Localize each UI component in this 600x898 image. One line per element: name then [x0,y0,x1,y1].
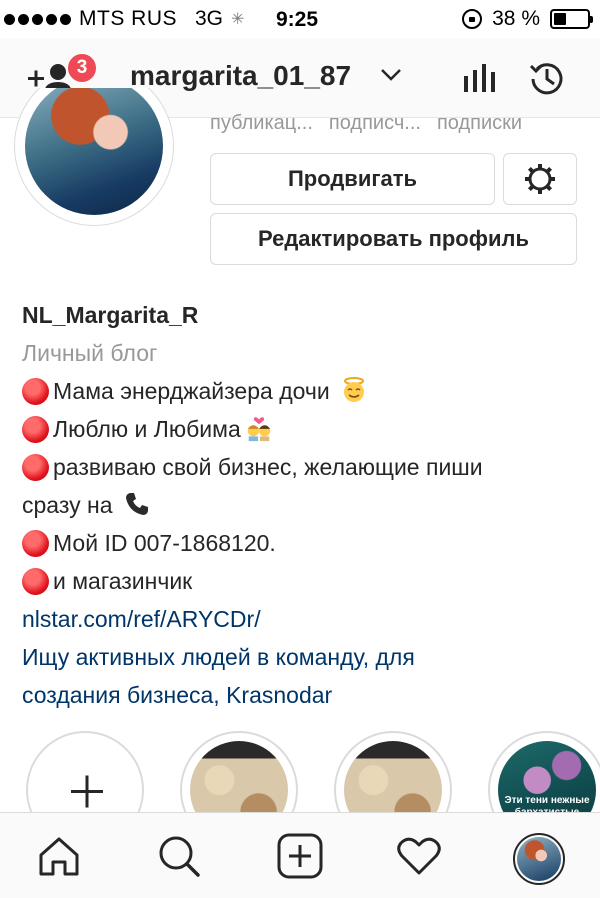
bio-text: Мама энерджайзера дочи [53,378,330,404]
bio-line: и магазинчик [22,562,582,600]
bio-line: Мама энерджайзера дочи [22,372,582,410]
bio-text: Люблю и Любима [53,416,241,442]
profile-avatar-icon [517,837,561,881]
nav-profile[interactable] [513,833,565,885]
profile-name: NL_Margarita_R [22,302,199,328]
followers-label[interactable]: подписч... [329,112,421,135]
notification-badge: 3 [66,52,98,84]
avatar-ring [14,88,174,226]
nav-search[interactable] [156,833,202,879]
archive-history-icon[interactable] [526,58,568,100]
chevron-down-icon[interactable] [380,68,402,82]
bio-text: сразу на [22,492,113,518]
activity-spinner-icon: ✳ [231,11,245,28]
bio-website-link[interactable]: nlstar.com/ref/ARYCDr/ [22,600,582,638]
carrier-name: MTS RUS [79,7,177,30]
bio-text: Мой ID 007-1868120. [53,530,276,556]
gear-icon [525,164,555,194]
red-circle-icon [22,530,49,557]
signal-strength-icon [4,13,71,25]
nav-activity[interactable] [396,833,442,879]
status-bar: MTS RUS 3G ✳ 9:25 38 % [0,0,600,38]
insights-icon[interactable] [462,62,496,94]
bio-line: развиваю свой бизнес, желающие пиши [22,448,582,486]
posts-label[interactable]: публикац... [210,112,313,135]
bio-line: сразу на [22,486,582,524]
nav-home[interactable] [36,833,82,879]
bio-line: Мой ID 007-1868120. [22,524,582,562]
couple-with-heart-emoji-icon [247,417,270,442]
status-time: 9:25 [276,8,319,31]
home-icon [39,837,79,876]
profile-category: Личный блог [22,340,158,366]
bio-text: и магазинчик [53,568,193,594]
red-circle-icon [22,454,49,481]
rotation-lock-icon [462,9,483,29]
promote-button[interactable]: Продвигать [210,153,495,205]
battery-percent: 38 % [492,7,540,30]
red-circle-icon [22,378,49,405]
search-icon [159,836,200,877]
red-circle-icon [22,568,49,595]
nav-new-post[interactable] [277,833,323,879]
phone-icon [125,493,148,515]
settings-button[interactable] [503,153,577,205]
bio-line: Люблю и Любима [22,410,582,448]
angel-emoji-icon [344,377,365,402]
network-type: 3G [195,7,224,30]
add-post-icon [277,833,323,879]
bottom-navigation [0,812,600,898]
following-label[interactable]: подписки [437,112,522,135]
bio-blue-text: создания бизнеса, Krasnodar [22,682,333,708]
heart-icon [397,837,441,875]
battery-icon [550,9,593,29]
bio-blue-text: Ищу активных людей в команду, для [22,644,415,670]
red-circle-icon [22,416,49,443]
edit-profile-button[interactable]: Редактировать профиль [210,213,577,265]
profile-stats: публикац... подписч... подписки [210,112,522,135]
profile-bio: NL_Margarita_R Личный блог Мама энерджай… [22,296,582,714]
avatar-photo [25,88,163,215]
battery-level [554,13,567,25]
profile-avatar[interactable] [14,88,174,226]
bio-text: развиваю свой бизнес, желающие пиши [53,454,483,480]
